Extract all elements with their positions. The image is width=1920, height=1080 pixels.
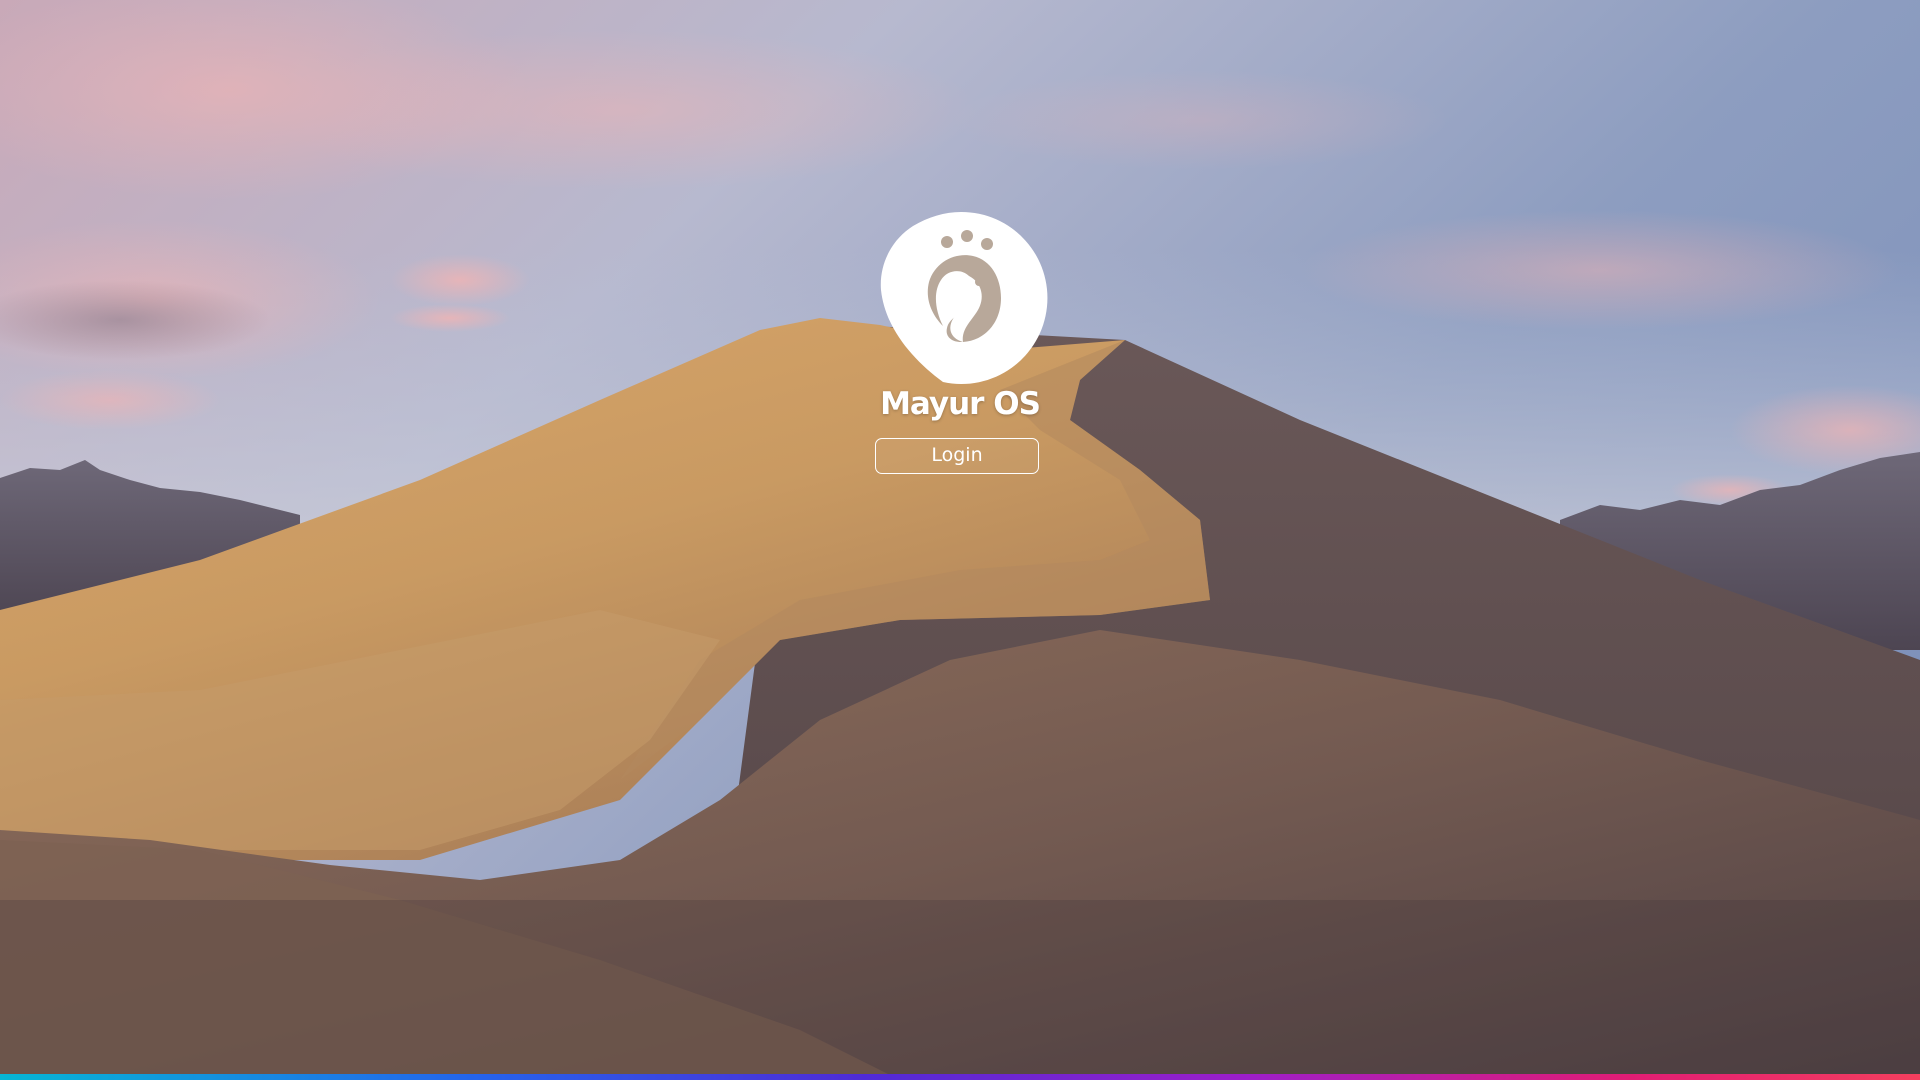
peacock-logo-icon — [880, 211, 1048, 384]
login-screen: Mayur OS Login — [0, 0, 1920, 1080]
os-name-title: Mayur OS — [880, 386, 1041, 422]
login-button[interactable]: Login — [875, 438, 1039, 474]
bottom-gradient-bar — [0, 1074, 1920, 1080]
